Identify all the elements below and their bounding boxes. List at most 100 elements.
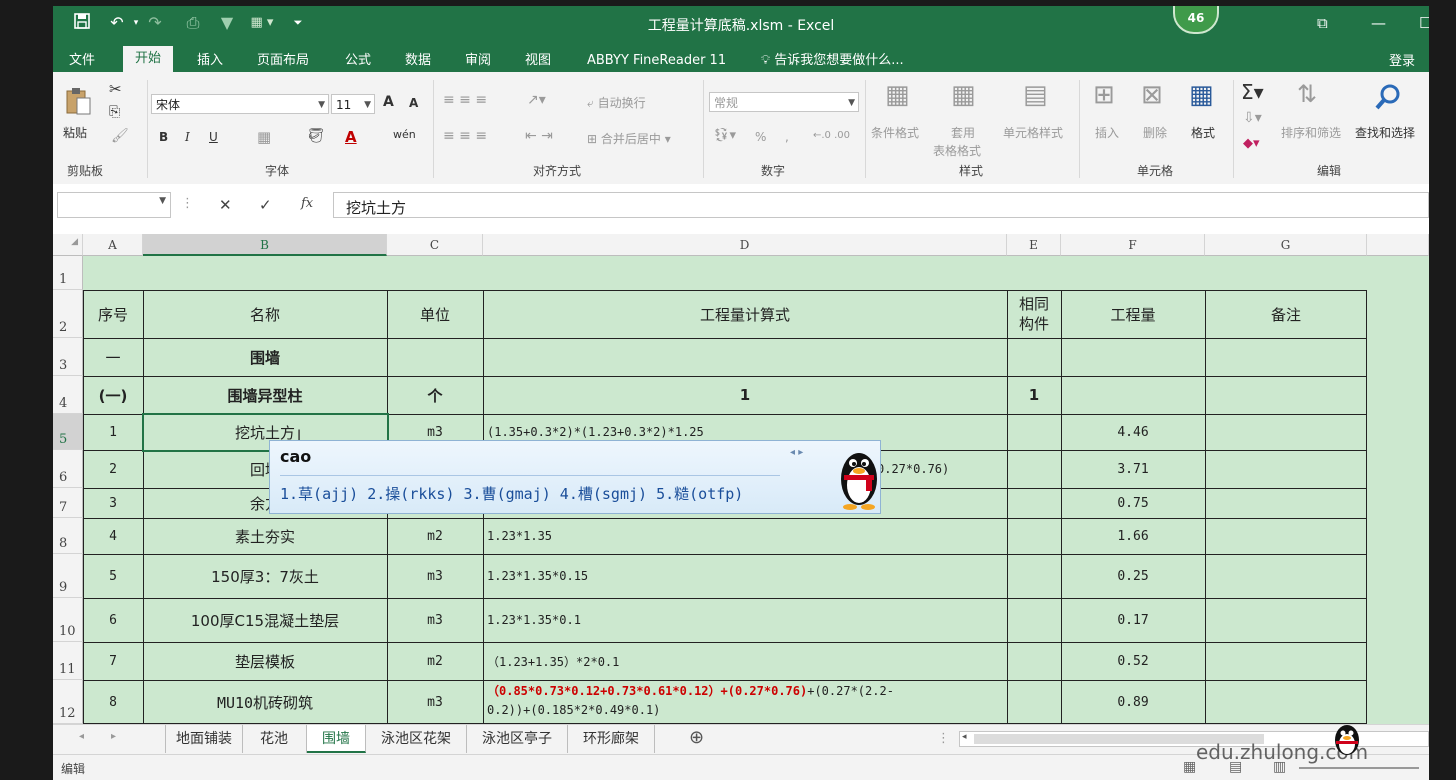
- percent-button[interactable]: %: [755, 130, 766, 144]
- table-cell[interactable]: 4.46: [1061, 414, 1205, 450]
- borders-icon[interactable]: ▦: [257, 128, 271, 146]
- table-cell[interactable]: 3.71: [1061, 450, 1205, 488]
- ime-candidate-window[interactable]: cao ◂ ▸ 1.草(ajj) 2.操(rkks) 3.曹(gmaj) 4.槽…: [269, 440, 881, 514]
- table-cell[interactable]: MU10机砖砌筑: [143, 680, 387, 724]
- format-cells-label[interactable]: 格式: [1191, 124, 1215, 141]
- table-cell-formula[interactable]: （0.85*0.73*0.12+0.73*0.61*0.12）+(0.27*0.…: [487, 682, 1003, 720]
- insert-cells-icon[interactable]: ⊞: [1093, 80, 1115, 110]
- column-header-e[interactable]: E: [1007, 234, 1061, 256]
- fill-color-icon[interactable]: 🪣︎: [307, 128, 325, 144]
- font-size-select[interactable]: 11 ▼: [331, 94, 375, 114]
- sheet-tab-active[interactable]: 围墙: [307, 725, 366, 753]
- normal-view-icon[interactable]: ▦: [1183, 759, 1196, 775]
- ime-candidate-list[interactable]: 1.草(ajj) 2.操(rkks) 3.曹(gmaj) 4.槽(sgmj) 5…: [280, 483, 743, 504]
- table-header-cell[interactable]: 单位: [387, 290, 483, 338]
- orientation-icon[interactable]: ↗▾: [527, 92, 546, 108]
- table-cell[interactable]: 0.27*0.76): [873, 450, 1007, 488]
- column-header-b[interactable]: B: [143, 234, 387, 256]
- tell-me-box[interactable]: 💡︎ 告诉我您想要做什么...: [761, 50, 904, 72]
- conditional-format-label[interactable]: 条件格式: [871, 124, 919, 141]
- row-header[interactable]: 2: [53, 290, 83, 338]
- italic-button[interactable]: I: [185, 130, 190, 144]
- tab-review[interactable]: 审阅: [465, 50, 491, 72]
- insert-function-icon[interactable]: fx: [301, 196, 313, 211]
- scroll-left-icon[interactable]: ◂: [962, 732, 967, 742]
- login-link[interactable]: 登录: [1389, 50, 1415, 69]
- row-header[interactable]: 11: [53, 642, 83, 680]
- table-cell[interactable]: 1: [83, 414, 143, 450]
- table-cell[interactable]: m2: [387, 642, 483, 680]
- worksheet-grid[interactable]: ◢ A B C D E F G 1 2 3 4 5 6 7 8 9 10 11 …: [53, 234, 1429, 724]
- zoom-slider[interactable]: [1299, 767, 1419, 769]
- formula-input[interactable]: 挖坑土方: [333, 192, 1429, 218]
- table-header-cell[interactable]: 工程量: [1061, 290, 1205, 338]
- table-header-cell[interactable]: 相同构件: [1007, 290, 1061, 338]
- clear-icon[interactable]: ◆▾: [1243, 136, 1260, 151]
- paste-label[interactable]: 粘贴: [63, 124, 87, 141]
- table-cell[interactable]: 1.66: [1061, 518, 1205, 554]
- chevron-down-icon[interactable]: ▼: [159, 196, 166, 206]
- table-cell[interactable]: m3: [387, 598, 483, 642]
- find-select-label[interactable]: 查找和选择: [1355, 124, 1415, 141]
- table-cell[interactable]: 5: [83, 554, 143, 598]
- column-header-d[interactable]: D: [483, 234, 1007, 256]
- tab-view[interactable]: 视图: [525, 50, 551, 72]
- select-all-corner[interactable]: ◢: [53, 234, 83, 256]
- font-name-select[interactable]: 宋体 ▼: [151, 94, 329, 114]
- table-cell[interactable]: 100厚C15混凝土垫层: [143, 598, 387, 642]
- minimize-button[interactable]: —: [1371, 14, 1386, 32]
- column-header-f[interactable]: F: [1061, 234, 1205, 256]
- delete-cells-icon[interactable]: ⊠: [1141, 80, 1163, 110]
- table-cell[interactable]: 8: [83, 680, 143, 724]
- row-header[interactable]: 6: [53, 450, 83, 488]
- sort-filter-label[interactable]: 排序和筛选: [1281, 124, 1341, 141]
- tab-data[interactable]: 数据: [405, 50, 431, 72]
- table-cell[interactable]: 6: [83, 598, 143, 642]
- format-as-table-label-2[interactable]: 表格格式: [933, 142, 981, 159]
- table-cell[interactable]: m3: [387, 680, 483, 724]
- tab-home[interactable]: 开始: [123, 46, 174, 72]
- tab-page-layout[interactable]: 页面布局: [257, 50, 309, 72]
- phonetic-icon[interactable]: wén: [393, 128, 416, 141]
- table-cell[interactable]: 围墙异型柱: [143, 376, 387, 414]
- row-header[interactable]: 7: [53, 488, 83, 518]
- comma-button[interactable]: ,: [785, 130, 789, 144]
- table-cell[interactable]: 素土夯实: [143, 518, 387, 554]
- name-box[interactable]: ▼: [57, 192, 171, 218]
- table-cell[interactable]: 垫层模板: [143, 642, 387, 680]
- fill-icon[interactable]: ⇩▾: [1243, 110, 1262, 126]
- currency-icon[interactable]: 💱︎▾: [713, 128, 736, 143]
- table-cell[interactable]: 1.23*1.35: [483, 518, 1007, 554]
- table-cell[interactable]: 个: [387, 376, 483, 414]
- sheet-scroll-right-icon[interactable]: ▸: [111, 731, 116, 742]
- tab-abbyy[interactable]: ABBYY FineReader 11: [587, 50, 726, 72]
- table-cell[interactable]: m3: [387, 554, 483, 598]
- row-header[interactable]: 1: [53, 256, 83, 290]
- copy-icon[interactable]: ⎘: [109, 104, 120, 120]
- align-top-icon[interactable]: ≡ ≡ ≡: [443, 92, 487, 108]
- tab-file[interactable]: 文件: [69, 50, 95, 72]
- row-header[interactable]: 10: [53, 598, 83, 642]
- find-select-icon[interactable]: [1373, 82, 1403, 112]
- row-header[interactable]: 8: [53, 518, 83, 554]
- table-cell[interactable]: 7: [83, 642, 143, 680]
- table-cell[interactable]: 2: [83, 450, 143, 488]
- grow-font-button[interactable]: A: [383, 94, 394, 110]
- table-header-cell[interactable]: 备注: [1205, 290, 1367, 338]
- format-cells-icon[interactable]: ▦: [1189, 80, 1214, 110]
- maximize-button[interactable]: ☐: [1419, 14, 1429, 32]
- paste-icon[interactable]: [63, 86, 93, 116]
- row-header[interactable]: 4: [53, 376, 83, 414]
- sort-filter-icon[interactable]: ⇅: [1297, 80, 1317, 108]
- font-color-icon[interactable]: A: [345, 128, 357, 146]
- autosum-icon[interactable]: Σ▾: [1241, 80, 1264, 104]
- table-cell[interactable]: 0.75: [1061, 488, 1205, 518]
- row-header[interactable]: 9: [53, 554, 83, 598]
- insert-cells-label[interactable]: 插入: [1095, 124, 1119, 141]
- cell-styles-label[interactable]: 单元格样式: [1003, 124, 1063, 141]
- ribbon-display-icon[interactable]: ⧉: [1317, 14, 1328, 32]
- column-header-a[interactable]: A: [83, 234, 143, 256]
- sheet-tab[interactable]: 泳池区花架: [366, 725, 467, 753]
- table-cell[interactable]: 3: [83, 488, 143, 518]
- sheet-tab[interactable]: 泳池区亭子: [467, 725, 568, 753]
